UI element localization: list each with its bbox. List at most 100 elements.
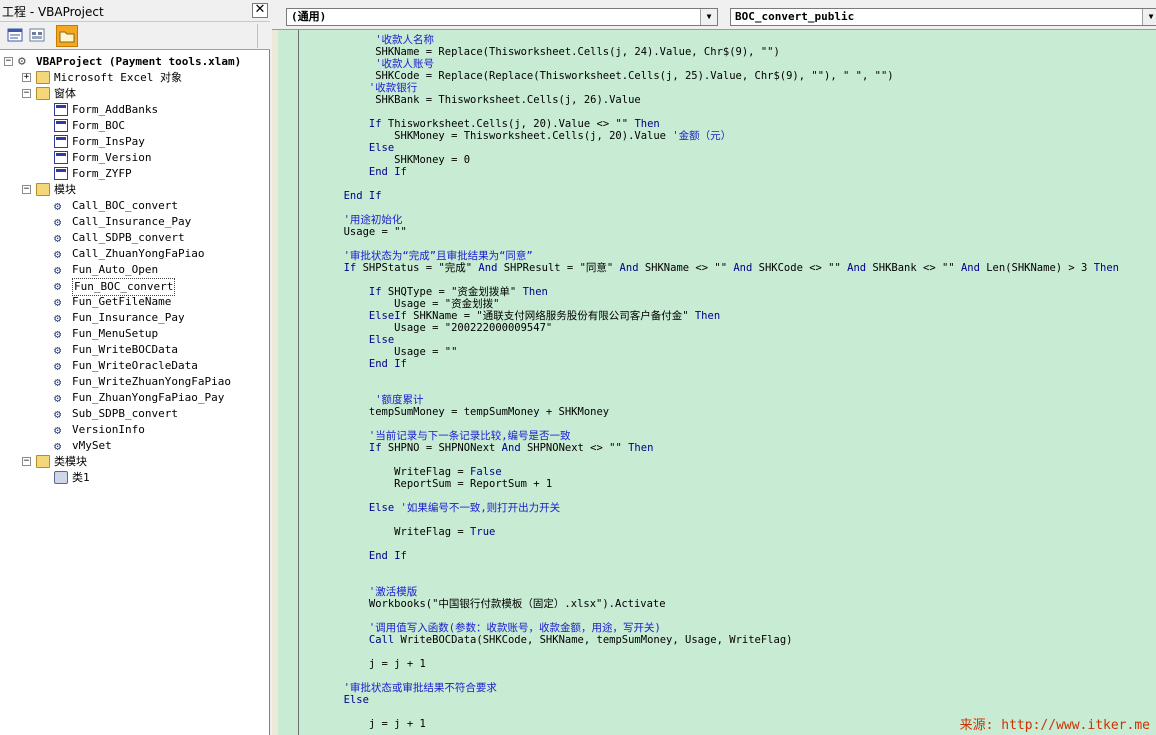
tree-item-module[interactable]: ⚙ Fun_WriteOracleData — [0, 358, 266, 374]
close-icon[interactable]: ✕ — [252, 3, 268, 18]
tree-folder-forms-label: 窗体 — [54, 87, 76, 100]
code-line[interactable]: Else — [312, 334, 394, 346]
code-line[interactable]: Else — [312, 694, 369, 706]
view-code-button[interactable] — [6, 26, 26, 46]
code-line[interactable]: End If — [312, 550, 407, 562]
code-text: SHPNO = SHPNONext — [381, 442, 502, 454]
code-text: WriteFlag = — [312, 526, 471, 538]
tree-item-module[interactable]: ⚙ Fun_WriteBOCData — [0, 342, 266, 358]
tree-item-module[interactable]: ⚙ Fun_Insurance_Pay — [0, 310, 266, 326]
code-line[interactable]: End If — [312, 358, 407, 370]
expand-icon[interactable]: + — [22, 73, 31, 82]
code-line[interactable]: Usage = "" — [312, 346, 457, 358]
code-keyword: Then — [634, 118, 660, 130]
code-line[interactable]: Else '如果编号不一致,则打开出力开关 — [312, 502, 560, 514]
tree-item-module[interactable]: ⚙ vMySet — [0, 438, 266, 454]
chevron-down-icon[interactable]: ▼ — [1142, 9, 1156, 25]
code-editor[interactable]: '收款人名称 SHKName = Replace(Thisworksheet.C… — [312, 30, 1156, 735]
code-comment: '当前记录与下一条记录比较,编号是否一致 — [368, 430, 571, 442]
tree-item-module-label: Fun_WriteOracleData — [72, 359, 198, 372]
toggle-folders-button[interactable] — [56, 25, 78, 47]
folder-icon — [36, 455, 50, 468]
code-line[interactable]: SHKName = Replace(Thisworksheet.Cells(j,… — [312, 46, 780, 58]
code-line[interactable]: '调用值写入函数(参数：收款账号，收款金额，用途，写开关) — [312, 622, 661, 634]
code-line[interactable]: '额度累计 — [312, 394, 423, 406]
tree-item-form[interactable]: Form_Version — [0, 150, 266, 166]
code-line[interactable]: ElseIf SHKName = "通联支付网络服务股份有限公司客户备付金" T… — [312, 310, 720, 322]
collapse-icon[interactable]: − — [22, 457, 31, 466]
code-line[interactable]: If Thisworksheet.Cells(j, 20).Value <> "… — [312, 118, 660, 130]
tree-item-form[interactable]: Form_ZYFP — [0, 166, 266, 182]
procedure-dropdown[interactable]: BOC_convert_public ▼ — [730, 8, 1156, 26]
margin-indicator-bar[interactable] — [278, 30, 299, 735]
code-line[interactable]: If SHQType = "资金划拨单" Then — [312, 286, 548, 298]
code-line[interactable]: '激活模版 — [312, 586, 417, 598]
code-line[interactable]: SHKBank = Thisworksheet.Cells(j, 26).Val… — [312, 94, 641, 106]
tree-item-module[interactable]: ⚙ Sub_SDPB_convert — [0, 406, 266, 422]
code-text: SHKMoney = Thisworksheet.Cells(j, 20).Va… — [312, 130, 673, 142]
tree-folder-class-modules[interactable]: − 类模块 — [0, 454, 266, 470]
toolbar-overflow[interactable] — [257, 24, 268, 48]
code-text: WriteFlag = — [312, 466, 471, 478]
tree-item-module[interactable]: ⚙ Fun_WriteZhuanYongFaPiao — [0, 374, 266, 390]
code-line[interactable]: Usage = "" — [312, 226, 407, 238]
code-line[interactable]: Usage = "资金划拨" — [312, 298, 499, 310]
view-object-button[interactable] — [28, 26, 48, 46]
code-line[interactable]: '收款银行 — [312, 82, 417, 94]
code-line[interactable]: If SHPNO = SHPNONext And SHPNONext <> ""… — [312, 442, 654, 454]
code-line[interactable]: j = j + 1 — [312, 718, 426, 730]
tree-item-module[interactable]: ⚙ Fun_Auto_Open — [0, 262, 266, 278]
collapse-icon[interactable]: − — [22, 89, 31, 98]
tree-item-module[interactable]: ⚙ Fun_ZhuanYongFaPiao_Pay — [0, 390, 266, 406]
code-line[interactable]: SHKMoney = 0 — [312, 154, 470, 166]
code-line[interactable]: End If — [312, 166, 407, 178]
code-line[interactable]: Workbooks("中国银行付款模板（固定）.xlsx").Activate — [312, 598, 666, 610]
tree-folder-modules[interactable]: − 模块 — [0, 182, 266, 198]
code-line[interactable]: '当前记录与下一条记录比较,编号是否一致 — [312, 430, 571, 442]
code-line[interactable]: j = j + 1 — [312, 658, 426, 670]
collapse-icon[interactable]: − — [22, 185, 31, 194]
chevron-down-icon[interactable]: ▼ — [700, 9, 717, 25]
code-text: SHPNONext <> "" — [520, 442, 629, 454]
tree-item-module[interactable]: ⚙ Call_Insurance_Pay — [0, 214, 266, 230]
tree-item-form[interactable]: Form_AddBanks — [0, 102, 266, 118]
code-line[interactable]: Call WriteBOCData(SHKCode, SHKName, temp… — [312, 634, 793, 646]
code-line[interactable]: '用途初始化 — [312, 214, 403, 226]
code-line[interactable]: '审批状态为“完成”且审批结果为“同意” — [312, 250, 533, 262]
tree-folder-excel-objects[interactable]: + Microsoft Excel 对象 — [0, 70, 266, 86]
code-line[interactable]: WriteFlag = False — [312, 466, 501, 478]
code-line[interactable]: '收款人名称 — [312, 34, 434, 46]
tree-item-module[interactable]: ⚙ Fun_MenuSetup — [0, 326, 266, 342]
code-line[interactable]: If SHPStatus = "完成" And SHPResult = "同意"… — [312, 262, 1119, 274]
tree-item-class-label: 类1 — [72, 471, 90, 484]
code-line[interactable]: '审批状态或审批结果不符合要求 — [312, 682, 497, 694]
code-line[interactable]: SHKMoney = Thisworksheet.Cells(j, 20).Va… — [312, 130, 731, 142]
code-line[interactable]: tempSumMoney = tempSumMoney + SHKMoney — [312, 406, 609, 418]
tree-item-module[interactable]: ⚙ Call_SDPB_convert — [0, 230, 266, 246]
code-text: SHPResult = "同意" — [497, 262, 620, 274]
object-dropdown[interactable]: (通用) ▼ — [286, 8, 718, 26]
tree-item-module[interactable]: ⚙ VersionInfo — [0, 422, 266, 438]
tree-project[interactable]: − ⚙ VBAProject (Payment tools.xlam) — [0, 54, 266, 70]
code-line[interactable]: Usage = "200222000009547" — [312, 322, 552, 334]
tree-item-class[interactable]: 类1 — [0, 470, 266, 486]
tree-item-module[interactable]: ⚙ Fun_GetFileName — [0, 294, 266, 310]
code-line[interactable]: '收款人账号 — [312, 58, 434, 70]
code-line[interactable]: SHKCode = Replace(Replace(Thisworksheet.… — [312, 70, 893, 82]
tree-item-module-label: Call_BOC_convert — [72, 199, 178, 212]
collapse-icon[interactable]: − — [4, 57, 13, 66]
code-line[interactable]: WriteFlag = True — [312, 526, 495, 538]
tree-item-form[interactable]: Form_BOC — [0, 118, 266, 134]
code-line[interactable]: End If — [312, 190, 382, 202]
view-object-icon — [29, 28, 45, 42]
code-line[interactable]: ReportSum = ReportSum + 1 — [312, 478, 552, 490]
tree-item-module[interactable]: ⚙ Call_ZhuanYongFaPiao — [0, 246, 266, 262]
code-line[interactable]: Else — [312, 142, 394, 154]
module-icon: ⚙ — [54, 231, 62, 245]
tree-item-module[interactable]: ⚙ Call_BOC_convert — [0, 198, 266, 214]
tree-item-module[interactable]: ⚙ Fun_BOC_convert — [0, 278, 266, 296]
tree-folder-forms[interactable]: − 窗体 — [0, 86, 266, 102]
code-comment: '用途初始化 — [343, 214, 403, 226]
tree-item-form[interactable]: Form_InsPay — [0, 134, 266, 150]
